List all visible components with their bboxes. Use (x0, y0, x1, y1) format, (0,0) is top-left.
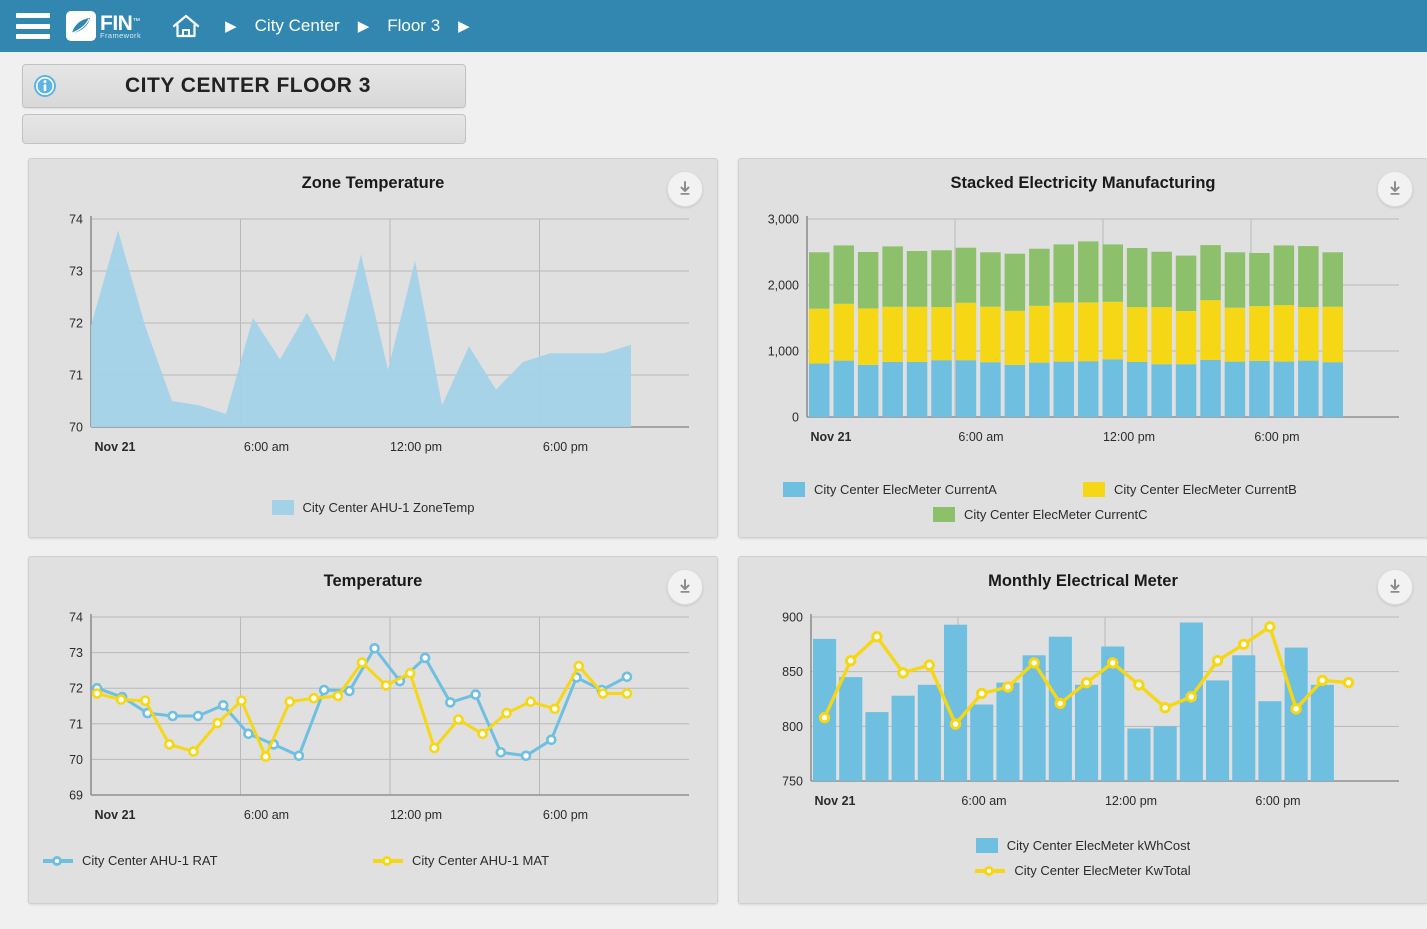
breadcrumb-item-city-center[interactable]: City Center (255, 16, 340, 36)
page-title-bar[interactable]: CITY CENTER FLOOR 3 (22, 64, 466, 108)
legend-zone-temperature: City Center AHU-1 ZoneTemp (29, 495, 717, 520)
svg-text:750: 750 (782, 775, 803, 789)
legend-item[interactable]: City Center ElecMeter CurrentB (1083, 482, 1383, 497)
chart-card-stacked-electricity: Stacked Electricity Manufacturing 0 1,000… (738, 158, 1427, 538)
info-icon[interactable] (33, 74, 57, 98)
svg-text:73: 73 (69, 265, 83, 279)
legend-line-icon (373, 859, 403, 863)
legend-swatch-icon (272, 500, 294, 515)
svg-text:3,000: 3,000 (768, 213, 799, 227)
legend-temperature: City Center AHU-1 RAT City Center AHU-1 … (29, 848, 717, 873)
legend-label: City Center AHU-1 ZoneTemp (303, 500, 475, 515)
legend-item[interactable]: City Center ElecMeter CurrentC (933, 507, 1233, 522)
svg-text:Nov 21: Nov 21 (95, 440, 136, 454)
plot-zone-temperature: 70 71 72 73 74 Nov 21 6:00 am 12:00 pm 6:00 pm (29, 205, 717, 495)
svg-text:70: 70 (69, 753, 83, 767)
plot-temperature: 69 70 71 72 73 74 Nov 21 6:00 am 12:00 pm 6:00 pm (29, 603, 717, 848)
breadcrumb-arrow-3: ▶ (458, 17, 470, 35)
svg-text:1,000: 1,000 (768, 345, 799, 359)
svg-text:2,000: 2,000 (768, 279, 799, 293)
svg-text:900: 900 (782, 611, 803, 625)
chart-card-zone-temperature: Zone Temperature 70 71 72 73 74 Nov 21 6:00 am… (28, 158, 718, 538)
legend-monthly-electrical-meter: City Center ElecMeter kWhCost City Cente… (739, 833, 1427, 883)
chart-title-stacked-electricity: Stacked Electricity Manufacturing (739, 159, 1427, 193)
legend-label: City Center ElecMeter CurrentA (814, 482, 997, 497)
svg-text:6:00 pm: 6:00 pm (543, 808, 588, 822)
home-icon[interactable] (171, 12, 201, 40)
legend-label: City Center ElecMeter KwTotal (1014, 863, 1190, 878)
chart-title-monthly-electrical-meter: Monthly Electrical Meter (739, 557, 1427, 591)
breadcrumb-item-floor-3[interactable]: Floor 3 (387, 16, 440, 36)
svg-text:74: 74 (69, 213, 83, 227)
legend-label: City Center ElecMeter CurrentB (1114, 482, 1297, 497)
chart-title-zone-temperature: Zone Temperature (29, 159, 717, 193)
breadcrumb-arrow-1: ▶ (225, 17, 237, 35)
plot-monthly-electrical-meter: 750 800 850 900 Nov 21 6:00 am 12:00 pm 6:00 pm (739, 603, 1427, 833)
svg-text:6:00 pm: 6:00 pm (1255, 794, 1300, 808)
legend-stacked-electricity: City Center ElecMeter CurrentA City Cent… (783, 477, 1383, 527)
legend-line-icon (43, 859, 73, 863)
fin-logo-tm: ™ (132, 16, 140, 25)
download-icon[interactable] (1377, 569, 1413, 605)
svg-text:72: 72 (69, 682, 83, 696)
legend-item[interactable]: City Center AHU-1 RAT (43, 853, 373, 868)
chart-card-monthly-electrical-meter: Monthly Electrical Meter 750 800 850 900 Nov… (738, 556, 1427, 904)
svg-text:71: 71 (69, 369, 83, 383)
legend-line-icon (975, 869, 1005, 873)
svg-text:73: 73 (69, 646, 83, 660)
dashboard-grid: Zone Temperature 70 71 72 73 74 Nov 21 6:00 am… (0, 144, 1427, 904)
svg-text:70: 70 (69, 421, 83, 435)
svg-text:12:00 pm: 12:00 pm (1103, 430, 1155, 444)
plot-stacked-electricity: 0 1,000 2,000 3,000 Nov 21 6:00 am 12:00 pm 6:0… (739, 205, 1427, 477)
fin-mark-icon (66, 11, 96, 41)
download-icon[interactable] (667, 569, 703, 605)
fin-wordmark: FIN™ Framework (100, 13, 141, 40)
svg-text:12:00 pm: 12:00 pm (1105, 794, 1157, 808)
page-header: CITY CENTER FLOOR 3 (0, 52, 1427, 144)
svg-text:6:00 am: 6:00 am (244, 440, 289, 454)
breadcrumb-arrow-2: ▶ (358, 17, 370, 35)
svg-text:72: 72 (69, 317, 83, 331)
svg-text:6:00 am: 6:00 am (244, 808, 289, 822)
svg-text:850: 850 (782, 665, 803, 679)
svg-text:69: 69 (69, 789, 83, 803)
svg-text:6:00 am: 6:00 am (961, 794, 1006, 808)
chart-card-temperature: Temperature 69 70 71 72 73 74 Nov 21 6:00 am 12:… (28, 556, 718, 904)
svg-text:6:00 am: 6:00 am (958, 430, 1003, 444)
top-navigation-bar: FIN™ Framework ▶ City Center ▶ Floor 3 ▶ (0, 0, 1427, 52)
legend-item[interactable]: City Center AHU-1 MAT (373, 853, 703, 868)
svg-text:Nov 21: Nov 21 (95, 808, 136, 822)
legend-label: City Center ElecMeter kWhCost (1007, 838, 1191, 853)
hamburger-menu-icon[interactable] (16, 13, 50, 39)
legend-item[interactable]: City Center ElecMeter CurrentA (783, 482, 1083, 497)
legend-swatch-icon (933, 507, 955, 522)
legend-swatch-icon (783, 482, 805, 497)
legend-label: City Center ElecMeter CurrentC (964, 507, 1148, 522)
svg-text:Nov 21: Nov 21 (815, 794, 856, 808)
legend-swatch-icon (976, 838, 998, 853)
legend-label: City Center AHU-1 RAT (82, 853, 218, 868)
svg-text:6:00 pm: 6:00 pm (1254, 430, 1299, 444)
chart-title-temperature: Temperature (29, 557, 717, 591)
svg-text:800: 800 (782, 720, 803, 734)
download-icon[interactable] (667, 171, 703, 207)
legend-swatch-icon (1083, 482, 1105, 497)
legend-item[interactable]: City Center AHU-1 ZoneTemp (29, 500, 717, 515)
legend-item[interactable]: City Center ElecMeter KwTotal (739, 863, 1427, 878)
legend-label: City Center AHU-1 MAT (412, 853, 549, 868)
svg-text:6:00 pm: 6:00 pm (543, 440, 588, 454)
legend-item[interactable]: City Center ElecMeter kWhCost (739, 838, 1427, 853)
svg-text:12:00 pm: 12:00 pm (390, 808, 442, 822)
svg-text:Nov 21: Nov 21 (811, 430, 852, 444)
svg-text:71: 71 (69, 717, 83, 731)
svg-text:74: 74 (69, 611, 83, 625)
page-title: CITY CENTER FLOOR 3 (57, 74, 465, 98)
svg-text:12:00 pm: 12:00 pm (390, 440, 442, 454)
fin-framework-logo[interactable]: FIN™ Framework (66, 11, 141, 41)
download-icon[interactable] (1377, 171, 1413, 207)
svg-text:0: 0 (792, 411, 799, 425)
fin-logo-subtext: Framework (100, 32, 141, 40)
page-subheader-bar (22, 114, 466, 144)
